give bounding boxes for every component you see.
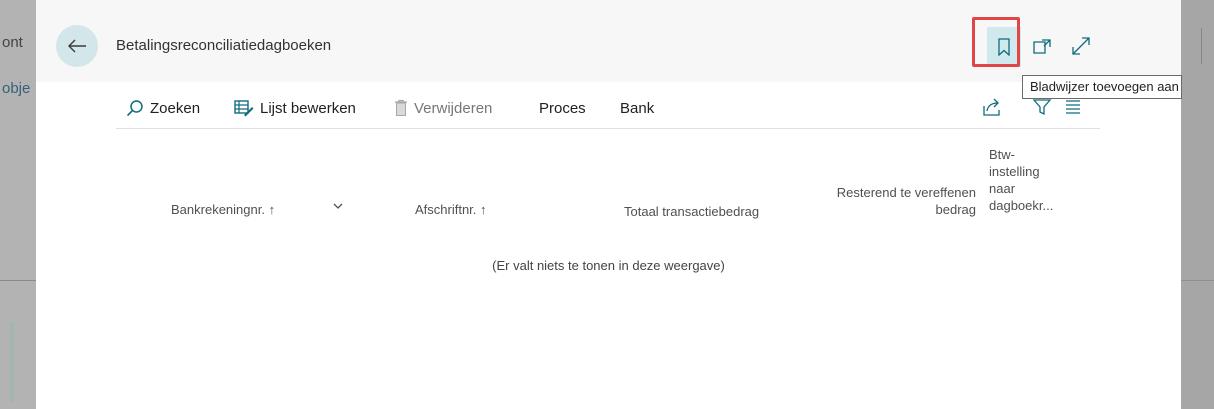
divider bbox=[0, 280, 36, 281]
open-new-window-button[interactable] bbox=[1032, 36, 1054, 56]
column-header-line: instelling bbox=[989, 164, 1040, 179]
share-icon bbox=[983, 98, 1000, 116]
background-page-right bbox=[1181, 0, 1214, 409]
column-header-vat-setup[interactable]: Btw- instelling naar dagboekr... bbox=[989, 146, 1053, 214]
column-header-line: bedrag bbox=[935, 202, 976, 217]
divider bbox=[1181, 280, 1214, 281]
bank-menu-label: Bank bbox=[620, 99, 655, 117]
divider bbox=[116, 128, 1100, 129]
process-menu-label: Proces bbox=[539, 99, 586, 117]
column-header-line: dagboekr... bbox=[989, 198, 1054, 213]
action-bar: Zoeken Lijst bewerken Verwijderen Proces… bbox=[116, 92, 1106, 124]
delete-button-label: Verwijderen bbox=[414, 99, 493, 117]
empty-list-message: (Er valt niets te tonen in deze weergave… bbox=[492, 258, 725, 273]
bookmark-tooltip: Bladwijzer toevoegen aan uw bbox=[1022, 75, 1182, 99]
edit-list-button[interactable]: Lijst bewerken bbox=[234, 92, 356, 124]
highlight-box bbox=[972, 17, 1020, 67]
column-header-statement-no[interactable]: Afschriftnr. ↑ bbox=[415, 201, 487, 218]
delete-button[interactable]: Verwijderen bbox=[394, 92, 492, 124]
expand-icon bbox=[1072, 37, 1090, 55]
back-button[interactable] bbox=[56, 25, 98, 67]
column-header-total-amount[interactable]: Totaal transactiebedrag bbox=[624, 203, 759, 220]
search-icon bbox=[126, 100, 143, 117]
column-header-line: Resterend te vereffenen bbox=[836, 185, 976, 200]
page-dialog: Betalingsreconciliatiedagboeken Zoeken L… bbox=[36, 0, 1182, 409]
arrow-left-icon bbox=[68, 39, 86, 53]
chevron-down-icon[interactable] bbox=[332, 199, 344, 216]
background-text: ont bbox=[2, 34, 23, 51]
trash-icon bbox=[395, 99, 407, 116]
column-header-line: naar bbox=[989, 181, 1016, 196]
search-button[interactable]: Zoeken bbox=[126, 92, 200, 124]
search-button-label: Zoeken bbox=[150, 99, 201, 117]
list-view-button[interactable] bbox=[1062, 97, 1084, 119]
background-bar bbox=[10, 322, 14, 402]
share-button[interactable] bbox=[982, 97, 1002, 119]
filter-icon bbox=[1032, 99, 1052, 116]
divider bbox=[1201, 28, 1202, 64]
column-header-line: Btw- bbox=[989, 147, 1015, 162]
edit-list-button-label: Lijst bewerken bbox=[260, 99, 356, 117]
bank-menu[interactable]: Bank bbox=[620, 92, 654, 124]
background-link-text: obje bbox=[2, 80, 31, 97]
list-icon bbox=[1066, 100, 1080, 114]
open-in-new-window-icon bbox=[1033, 39, 1051, 54]
page-title: Betalingsreconciliatiedagboeken bbox=[116, 37, 332, 54]
process-menu[interactable]: Proces bbox=[539, 92, 586, 124]
column-header-bank-account[interactable]: Bankrekeningnr. ↑ bbox=[171, 201, 275, 218]
edit-list-icon bbox=[234, 100, 254, 117]
filter-button[interactable] bbox=[1032, 97, 1052, 119]
expand-button[interactable] bbox=[1070, 35, 1092, 57]
column-header-remaining-amount[interactable]: Resterend te vereffenen bedrag bbox=[776, 184, 976, 218]
background-page-left: ont obje bbox=[0, 0, 36, 409]
